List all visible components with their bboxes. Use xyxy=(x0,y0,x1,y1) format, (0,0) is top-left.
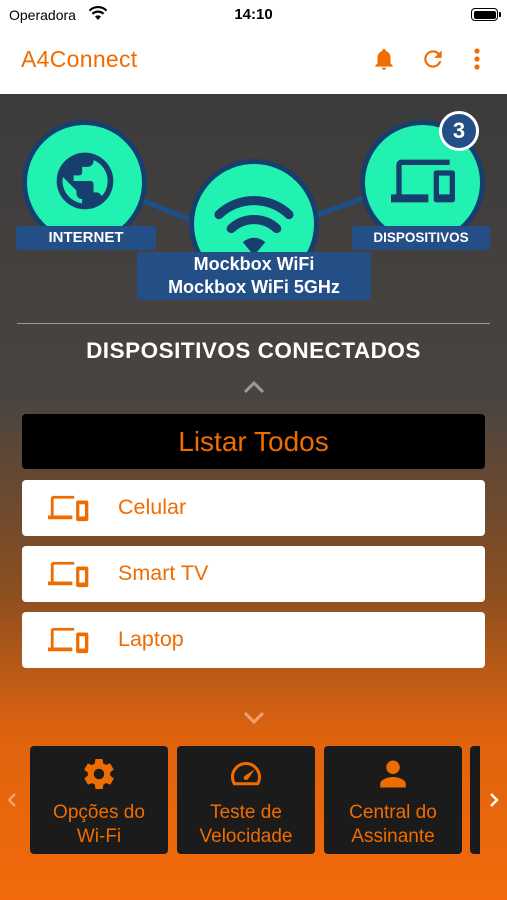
speedometer-icon xyxy=(231,762,261,786)
tile-label-line1: Opções do xyxy=(53,802,145,823)
divider xyxy=(17,323,490,324)
status-bar: Operadora 14:10 xyxy=(0,0,507,30)
devices-icon xyxy=(48,495,89,522)
carousel-prev-icon[interactable] xyxy=(6,791,18,809)
section-title: DISPOSITIVOS CONECTADOS xyxy=(86,338,421,363)
internet-label: INTERNET xyxy=(16,226,156,250)
device-item-smart-tv[interactable]: Smart TV xyxy=(22,546,485,602)
tile-label-line1: Central do xyxy=(349,802,437,823)
chevron-down-icon[interactable] xyxy=(242,711,266,725)
chevron-up-icon[interactable] xyxy=(242,380,266,394)
next-tile-peek[interactable] xyxy=(470,746,480,854)
device-label: Smart TV xyxy=(118,561,209,585)
clock: 14:10 xyxy=(234,6,273,23)
subscriber-center-tile[interactable]: Central do Assinante xyxy=(324,746,462,854)
device-item-laptop[interactable]: Laptop xyxy=(22,612,485,668)
carousel-next-icon[interactable] xyxy=(488,791,500,809)
tile-label-line2: Velocidade xyxy=(199,826,293,847)
device-label: Laptop xyxy=(118,627,184,651)
tile-label-line2: Assinante xyxy=(351,826,435,847)
main-panel: 3 INTERNET DISPOSITIVOS Mockbox WiFi Moc… xyxy=(0,94,507,900)
device-item-celular[interactable]: Celular xyxy=(22,480,485,536)
refresh-icon[interactable] xyxy=(420,46,446,72)
wifi-options-tile[interactable]: Opções do Wi-Fi xyxy=(30,746,168,854)
battery-icon xyxy=(471,8,501,21)
tile-label-line2: Wi-Fi xyxy=(76,826,122,847)
list-all-button[interactable]: Listar Todos xyxy=(22,414,485,469)
bell-icon[interactable] xyxy=(371,46,397,72)
wifi-networks-label: Mockbox WiFi Mockbox WiFi 5GHz xyxy=(137,252,371,300)
tile-label: Teste de Velocidade xyxy=(177,801,315,849)
devices-icon xyxy=(48,561,89,588)
devices-count-badge: 3 xyxy=(439,111,479,151)
wifi-name-5ghz: Mockbox WiFi 5GHz xyxy=(168,277,340,297)
tile-label: Opções do Wi-Fi xyxy=(30,801,168,849)
devices-icon xyxy=(48,627,89,654)
app-header: A4Connect xyxy=(0,30,507,94)
gear-icon xyxy=(84,758,114,790)
more-vertical-icon[interactable] xyxy=(466,46,488,72)
speed-test-tile[interactable]: Teste de Velocidade xyxy=(177,746,315,854)
wifi-name-primary: Mockbox WiFi xyxy=(193,254,315,274)
devices-icon xyxy=(391,159,455,203)
user-icon xyxy=(380,760,406,788)
device-label: Celular xyxy=(118,495,187,519)
globe-icon xyxy=(56,152,114,210)
app-title: A4Connect xyxy=(21,46,138,72)
tile-label-line1: Teste de xyxy=(210,802,282,823)
tile-label: Central do Assinante xyxy=(324,801,462,849)
devices-label: DISPOSITIVOS xyxy=(352,226,490,250)
